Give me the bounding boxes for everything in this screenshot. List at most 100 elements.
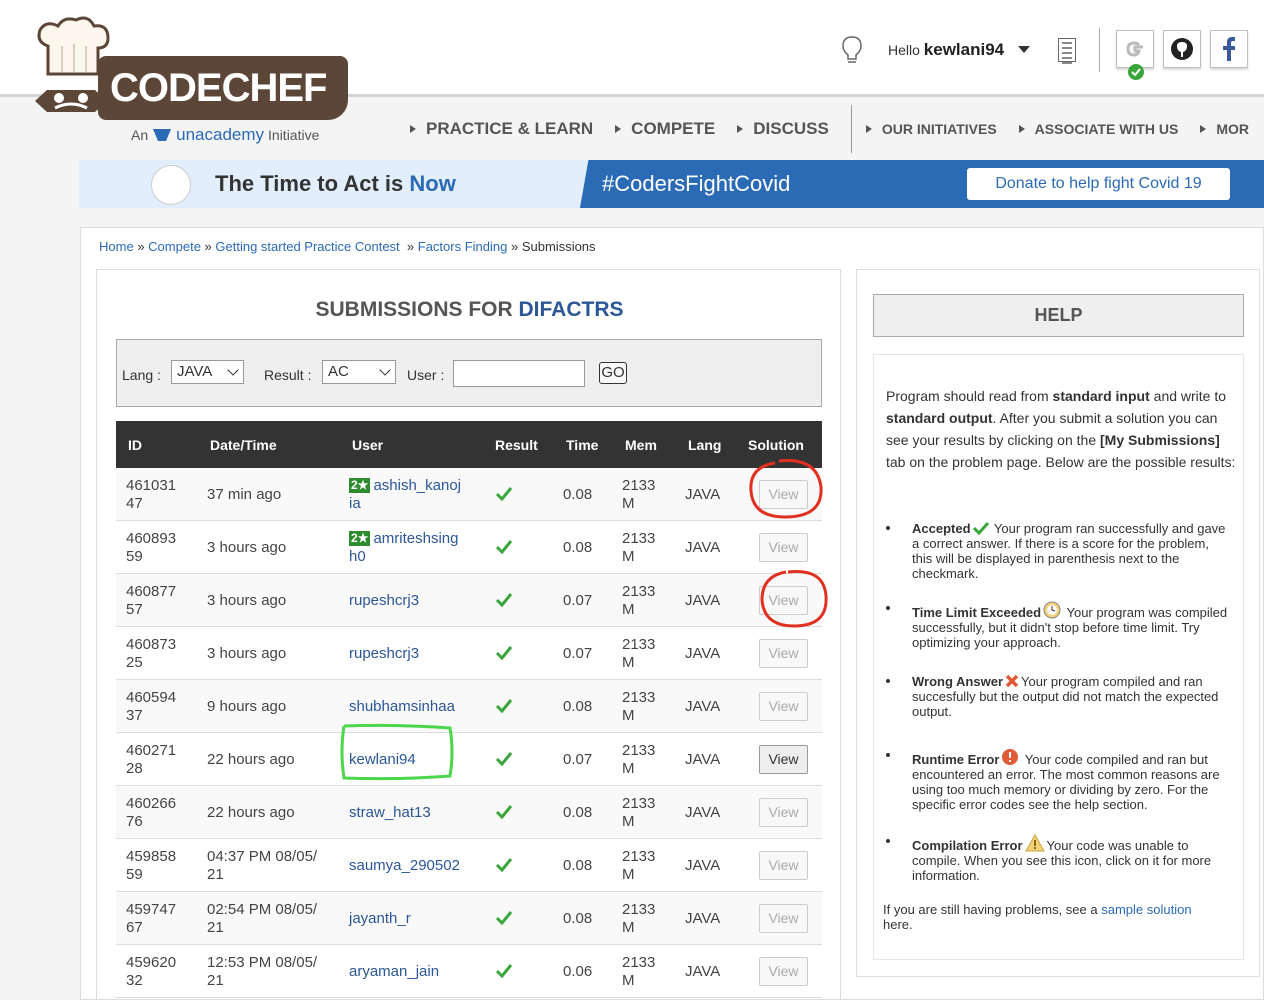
table-row: 460271 28 22 hours ago kewlani94 0.07 2133 M JA… (116, 733, 822, 786)
view-solution-button[interactable]: View (759, 692, 808, 721)
help-foot-text: here. (883, 917, 913, 932)
submission-lang: JAVA (685, 804, 721, 821)
banner-text-a: The Time to Act is (215, 171, 404, 196)
submission-mem: 2133 M (622, 901, 656, 936)
nav-discuss[interactable]: DISCUSS (737, 119, 829, 139)
problem-code[interactable]: DIFACTRS (519, 298, 624, 321)
view-solution-button[interactable]: View (759, 904, 808, 933)
nav-label: COMPETE (631, 119, 716, 138)
document-icon[interactable] (1058, 38, 1076, 64)
submission-id: 460271 28 (126, 742, 177, 777)
submission-user-link[interactable]: aryaman_jain (349, 963, 479, 981)
submission-time: 0.08 (563, 539, 593, 556)
breadcrumb-contest[interactable]: Getting started Practice Contest (215, 239, 399, 254)
submission-datetime: 22 hours ago (207, 804, 295, 821)
submission-id: 460893 59 (126, 530, 177, 565)
submission-mem: 2133 M (622, 636, 656, 671)
view-solution-button[interactable]: View (759, 586, 808, 615)
submission-id: 460266 76 (126, 795, 177, 830)
seal-icon (151, 165, 191, 205)
lightbulb-icon[interactable] (840, 34, 864, 66)
donate-button[interactable]: Donate to help fight Covid 19 (967, 168, 1230, 200)
view-solution-button[interactable]: View (759, 533, 808, 562)
submission-mem: 2133 M (622, 742, 656, 777)
submission-id: 459620 32 (126, 954, 177, 989)
submission-user-link[interactable]: shubhamsinhaa (349, 698, 479, 716)
submission-datetime: 37 min ago (207, 486, 282, 503)
checkmark-icon (495, 805, 513, 820)
github-icon[interactable] (1163, 30, 1201, 68)
view-solution-button[interactable]: View (759, 798, 808, 827)
table-row: 461031 47 37 min ago 2★ ashish_kanoj ia 0.08 21… (116, 468, 822, 521)
help-item-runtime-error: Runtime Error Your code compiled and ran… (886, 748, 1232, 812)
unacademy-icon (153, 129, 172, 141)
rating-badge: 2★ (349, 531, 371, 546)
help-intro-text: Program should read from (886, 388, 1049, 404)
checkmark-icon (495, 646, 513, 661)
sample-solution-link[interactable]: sample solution (1101, 902, 1191, 917)
submission-mem: 2133 M (622, 477, 656, 512)
user-input[interactable] (453, 360, 585, 387)
col-id[interactable]: ID (128, 437, 142, 453)
submission-id: 459858 59 (126, 848, 177, 883)
submission-lang: JAVA (685, 486, 721, 503)
col-lang: Lang (688, 437, 722, 453)
submission-user-link[interactable]: 2★ ashish_kanoj ia (349, 477, 479, 513)
col-time[interactable]: Time (566, 437, 598, 453)
view-solution-button[interactable]: View (759, 480, 808, 509)
submission-user-link[interactable]: kewlani94 (349, 751, 479, 769)
breadcrumb-compete[interactable]: Compete (148, 239, 201, 254)
nav-associate-with-us[interactable]: ASSOCIATE WITH US (1018, 121, 1178, 137)
view-solution-button[interactable]: View (759, 957, 808, 986)
submission-lang: JAVA (685, 539, 721, 556)
submission-user-link[interactable]: saumya_290502 (349, 857, 479, 875)
submission-lang: JAVA (685, 910, 721, 927)
breadcrumb-home[interactable]: Home (99, 239, 134, 254)
view-solution-button[interactable]: View (759, 745, 808, 774)
nav-practice-learn[interactable]: PRACTICE & LEARN (410, 119, 593, 139)
table-row: 460877 57 3 hours ago rupeshcrj3 0.07 2133 M JA… (116, 574, 822, 627)
help-item-name: Runtime Error (912, 752, 1000, 767)
chevron-down-icon (379, 364, 391, 376)
chevron-down-icon[interactable] (1018, 46, 1030, 53)
table-row: 459620 32 12:53 PM 08/05/21 aryaman_jain 0.0… (116, 945, 822, 998)
submission-user-link[interactable]: straw_hat13 (349, 804, 479, 822)
view-solution-button[interactable]: View (759, 851, 808, 880)
breadcrumb-sep: » (510, 239, 519, 254)
clock-icon (1043, 601, 1061, 619)
help-item-accepted: Accepted Your program ran successfully a… (886, 521, 1232, 581)
submission-user-link[interactable]: rupeshcrj3 (349, 592, 479, 610)
covid-banner[interactable]: The Time to Act is Now #CodersFightCovid… (79, 160, 1264, 208)
table-row: 459747 67 02:54 PM 08/05/21 jayanth_r 0.08 21… (116, 892, 822, 945)
top-bar: CODECHEF An unacademy Initiative Hello k… (0, 0, 1264, 153)
title-prefix: SUBMISSIONS FOR (315, 298, 513, 321)
submission-time: 0.08 (563, 910, 593, 927)
lang-select[interactable]: JAVA (171, 360, 244, 384)
view-solution-button[interactable]: View (759, 639, 808, 668)
col-mem[interactable]: Mem (625, 437, 657, 453)
col-result: Result (495, 437, 538, 453)
checkmark-icon (495, 911, 513, 926)
main-nav: PRACTICE & LEARN COMPETE DISCUSS OUR INI… (410, 105, 1264, 153)
submission-user-link[interactable]: 2★ amriteshsing h0 (349, 530, 479, 566)
nav-our-initiatives[interactable]: OUR INITIATIVES (865, 121, 997, 137)
submission-mem: 2133 M (622, 795, 656, 830)
breadcrumb-problem[interactable]: Factors Finding (418, 239, 508, 254)
nav-more[interactable]: MOR (1200, 121, 1249, 137)
nav-compete[interactable]: COMPETE (615, 119, 715, 139)
user-greeting[interactable]: Hello kewlani94 (888, 40, 1004, 60)
codechef-logo[interactable]: CODECHEF (98, 56, 348, 120)
logo-tagline: An unacademy Initiative (131, 125, 319, 145)
submission-mem: 2133 M (622, 689, 656, 724)
facebook-icon[interactable] (1210, 30, 1248, 68)
submission-user-link[interactable]: rupeshcrj3 (349, 645, 479, 663)
submission-datetime: 12:53 PM 08/05/21 (207, 954, 318, 989)
google-icon[interactable] (1116, 30, 1154, 80)
nav-label: PRACTICE & LEARN (426, 119, 594, 138)
table-row: 460893 59 3 hours ago 2★ amriteshsing h0 0.08 2… (116, 521, 822, 574)
result-select[interactable]: AC (322, 360, 396, 384)
go-button[interactable]: GO (599, 362, 627, 384)
submission-user-link[interactable]: jayanth_r (349, 910, 479, 928)
help-footer: If you are still having problems, see a … (883, 902, 1223, 932)
breadcrumb-current: Submissions (521, 239, 596, 254)
